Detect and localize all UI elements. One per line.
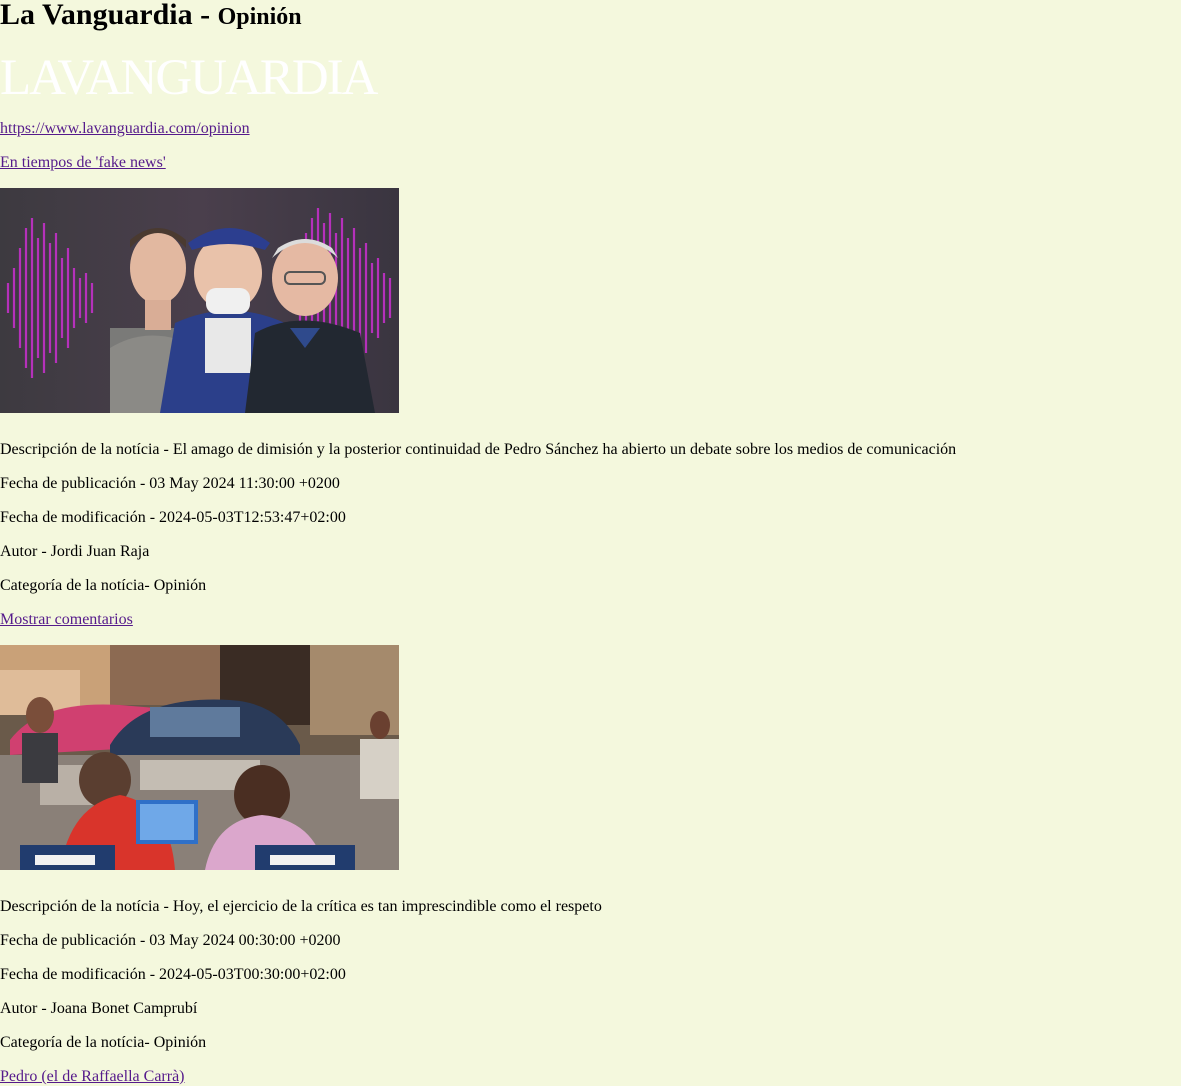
article-description: Descripción de la notícia - Hoy, el ejer… xyxy=(0,898,602,915)
article-publication-date: Fecha de publicación - 03 May 2024 11:30… xyxy=(0,475,340,492)
article-title-link[interactable]: En tiempos de 'fake news' xyxy=(0,154,166,171)
article-modification-date: Fecha de modificación - 2024-05-03T00:30… xyxy=(0,966,346,983)
article-publication-date: Fecha de publicación - 03 May 2024 00:30… xyxy=(0,932,341,949)
article-author: Autor - Joana Bonet Camprubí xyxy=(0,1000,198,1017)
article-title-link[interactable]: Mostrar comentarios xyxy=(0,611,133,628)
article-category: Categoría de la notícia- Opinión xyxy=(0,1034,207,1051)
article-image[interactable] xyxy=(0,645,399,870)
article-author: Autor - Jordi Juan Raja xyxy=(0,543,150,560)
page-title-main: La Vanguardia - xyxy=(0,0,218,31)
article-image[interactable] xyxy=(0,188,399,413)
site-logo[interactable]: LAVANGUARDIA xyxy=(0,56,398,100)
page-title-section: Opinión xyxy=(217,4,302,30)
page-title: La Vanguardia - Opinión xyxy=(0,0,1181,32)
article-description: Descripción de la notícia - El amago de … xyxy=(0,441,957,458)
article-modification-date: Fecha de modificación - 2024-05-03T12:53… xyxy=(0,509,346,526)
feed-link[interactable]: https://www.lavanguardia.com/opinion xyxy=(0,120,250,137)
article-category: Categoría de la notícia- Opinión xyxy=(0,577,207,594)
